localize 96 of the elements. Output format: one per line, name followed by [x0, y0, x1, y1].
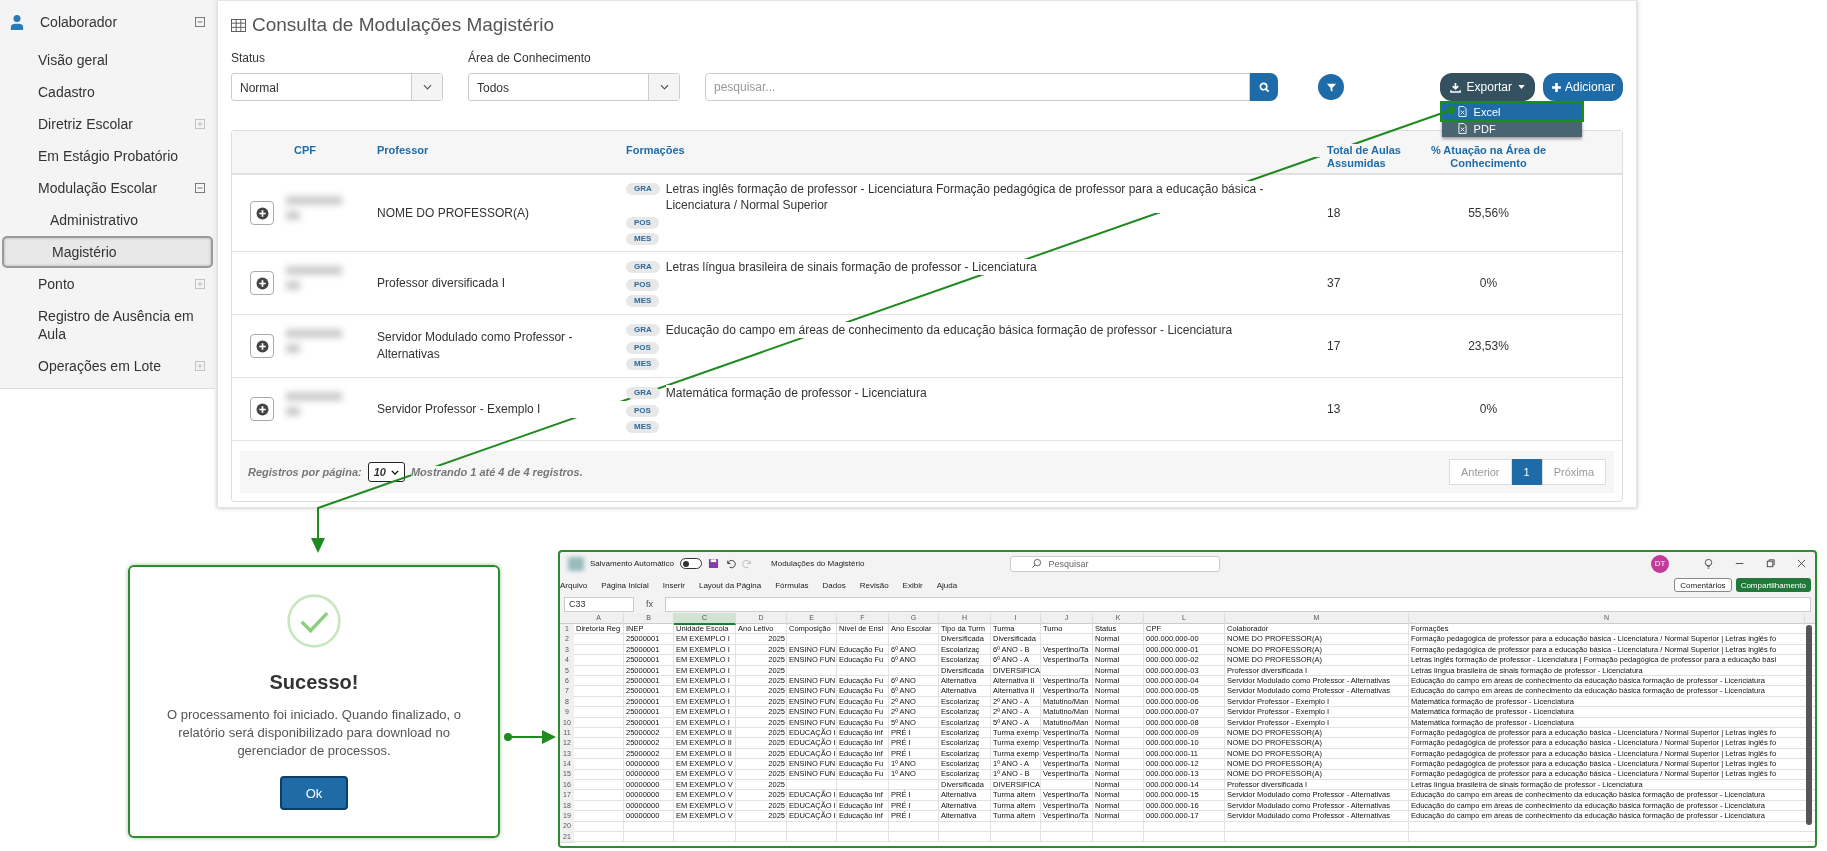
- search-field[interactable]: pesquisar...: [705, 73, 1250, 101]
- restore-icon[interactable]: [1765, 558, 1776, 569]
- search-icon: [1031, 558, 1043, 569]
- download-icon: [1449, 81, 1461, 93]
- sidebar-item[interactable]: Magistério: [2, 236, 213, 268]
- comments-button[interactable]: Comentários: [1674, 578, 1732, 592]
- tag: MES: [626, 295, 660, 307]
- tag: POS: [626, 405, 659, 417]
- funnel-icon: [1325, 81, 1337, 93]
- plus-circle-icon: [255, 402, 269, 416]
- expand-row-button[interactable]: [250, 334, 274, 358]
- function-label[interactable]: fx: [638, 599, 661, 609]
- tag: POS: [626, 342, 659, 354]
- records-summary: Mostrando 1 até 4 de 4 registros.: [410, 466, 583, 478]
- user-icon: [10, 14, 24, 30]
- menu-item[interactable]: Excel: [1441, 103, 1582, 120]
- file-icon: [1457, 106, 1467, 117]
- sidebar-title[interactable]: Colaborador: [40, 14, 195, 30]
- tag: MES: [626, 233, 660, 245]
- file-icon: [1457, 123, 1467, 134]
- tag: GRA: [626, 261, 660, 273]
- sidebar-item[interactable]: Visão geral: [2, 44, 205, 76]
- search-button[interactable]: [1250, 73, 1278, 101]
- filter-label: Status: [231, 51, 267, 65]
- sidebar-item[interactable]: Operações em Lote: [2, 350, 195, 382]
- scrollbar[interactable]: [1806, 625, 1812, 825]
- tag: GRA: [626, 324, 660, 336]
- tag: MES: [626, 421, 660, 433]
- collapse-icon[interactable]: [195, 17, 205, 27]
- table-cell: Matemática formação de professor - Licenciatura: [665, 385, 927, 401]
- sidebar-item[interactable]: Registro de Ausência em Aula: [2, 300, 205, 350]
- sidebar-item[interactable]: Diretriz Escolar: [2, 108, 195, 140]
- add-button[interactable]: Adicionar: [1542, 73, 1623, 101]
- export-button[interactable]: Exportar: [1439, 73, 1535, 101]
- tag: GRA: [626, 387, 660, 399]
- search-icon: [1258, 81, 1270, 93]
- ok-button[interactable]: Ok: [280, 776, 348, 810]
- tag: GRA: [626, 183, 660, 195]
- close-icon[interactable]: [1796, 558, 1807, 569]
- ribbon-tab[interactable]: Revisão: [859, 580, 889, 590]
- expand-row-button[interactable]: [250, 201, 274, 225]
- per-page-select[interactable]: 10: [367, 462, 405, 482]
- chevron-icon: [390, 469, 399, 475]
- dialog-title: Sucesso!: [269, 671, 359, 694]
- pagination-button[interactable]: 1: [1511, 459, 1542, 485]
- plus-circle-icon: [255, 339, 269, 353]
- table-icon: [231, 18, 246, 32]
- table-cell: Letras língua brasileira de sinais formação de professor - Licenciatura: [665, 259, 1037, 275]
- tag: MES: [626, 358, 660, 370]
- search-field[interactable]: Pesquisar: [1010, 555, 1221, 572]
- check-circle-icon: [286, 593, 342, 649]
- filter-select[interactable]: Normal: [231, 73, 443, 101]
- column-header[interactable]: Formações: [626, 144, 1325, 157]
- chevron-icon: [659, 84, 669, 90]
- filter-select[interactable]: Todos: [468, 73, 680, 101]
- name-box[interactable]: C33: [564, 596, 634, 612]
- filter-button[interactable]: [1318, 74, 1344, 100]
- ribbon-tab[interactable]: Layout da Página: [698, 580, 762, 590]
- plus-icon: [1550, 81, 1562, 93]
- user-avatar[interactable]: DT: [1651, 554, 1669, 573]
- expand-row-button[interactable]: [250, 397, 274, 421]
- ribbon-tab[interactable]: Página Inicial: [601, 580, 649, 590]
- filter-label: Área de Conhecimento: [468, 51, 592, 65]
- share-button[interactable]: Compartilhamento: [1735, 578, 1811, 592]
- ribbon-tab[interactable]: Dados: [822, 580, 846, 590]
- dialog-message: O processamento foi iniciado. Quando finalizado, o relatório será disponibilizado para download no gerenciador de processos.: [165, 706, 463, 760]
- autosave-label: Salvamento Automático: [590, 559, 675, 568]
- table-cell: Servidor Professor - Exemplo I: [377, 400, 626, 418]
- ribbon-tab[interactable]: Ajuda: [936, 580, 958, 590]
- save-icon[interactable]: [708, 558, 720, 569]
- plus-circle-icon: [255, 206, 269, 220]
- ribbon-tab[interactable]: Fórmulas: [775, 580, 809, 590]
- autosave-toggle[interactable]: [680, 558, 703, 569]
- sidebar-item[interactable]: Cadastro: [2, 76, 205, 108]
- connector-arrow: [504, 730, 556, 744]
- lightbulb-icon[interactable]: [1703, 558, 1714, 569]
- menu-item[interactable]: PDF: [1441, 120, 1582, 137]
- expand-row-button[interactable]: [250, 271, 274, 295]
- caret-icon: [1517, 85, 1525, 89]
- per-page-label: Registros por página:: [248, 466, 362, 478]
- ribbon-tab[interactable]: Arquivo: [560, 580, 588, 590]
- page-title: Consulta de Modulações Magistério: [252, 14, 555, 36]
- tag: POS: [626, 279, 659, 291]
- sidebar-item[interactable]: Em Estágio Probatório: [2, 140, 205, 172]
- chevron-icon: [422, 84, 432, 90]
- file-name[interactable]: Modulações do Magistério: [771, 559, 865, 568]
- collapse-icon[interactable]: [195, 183, 205, 193]
- ribbon-tab[interactable]: Inserir: [662, 580, 685, 590]
- sidebar-item[interactable]: Administrativo: [2, 204, 205, 236]
- table-cell: Educação do campo em áreas de conhecimento da educação básica formação de professor - Licenciatura: [665, 322, 1233, 338]
- tag: POS: [626, 217, 659, 229]
- sidebar-item[interactable]: Ponto: [2, 268, 195, 300]
- ribbon-tab[interactable]: Exibir: [902, 580, 923, 590]
- plus-circle-icon: [255, 276, 269, 290]
- sidebar-item[interactable]: Modulação Escolar: [2, 172, 195, 204]
- undo-icon[interactable]: [725, 558, 737, 569]
